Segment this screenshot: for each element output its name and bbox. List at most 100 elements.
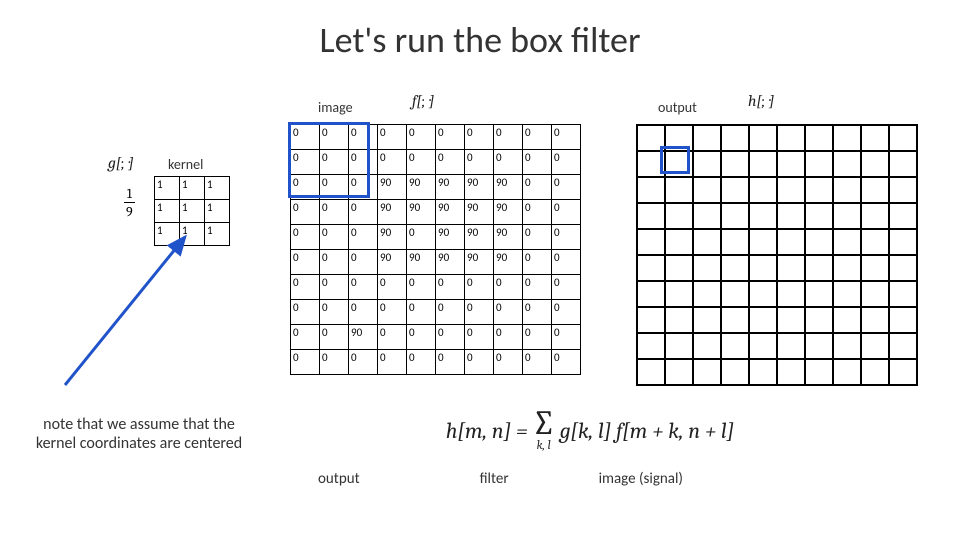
output-cell bbox=[749, 125, 777, 151]
output-cell bbox=[665, 229, 693, 255]
image-cell: 0 bbox=[494, 350, 523, 375]
output-cell bbox=[693, 255, 721, 281]
image-cell: 0 bbox=[436, 325, 465, 350]
kernel-cell: 1 bbox=[205, 223, 230, 246]
image-cell: 0 bbox=[523, 350, 552, 375]
image-cell: 0 bbox=[523, 300, 552, 325]
image-cell: 0 bbox=[407, 150, 436, 175]
image-cell: 0 bbox=[523, 200, 552, 225]
image-cell: 0 bbox=[494, 125, 523, 150]
output-cell bbox=[777, 203, 805, 229]
output-cell bbox=[721, 177, 749, 203]
image-cell: 90 bbox=[407, 200, 436, 225]
image-cell: 0 bbox=[465, 275, 494, 300]
image-cell: 90 bbox=[465, 175, 494, 200]
output-cell bbox=[777, 177, 805, 203]
output-cell bbox=[665, 307, 693, 333]
output-cell bbox=[861, 203, 889, 229]
image-cell: 90 bbox=[378, 250, 407, 275]
output-cell bbox=[805, 359, 833, 385]
image-cell: 0 bbox=[523, 150, 552, 175]
image-cell: 90 bbox=[378, 225, 407, 250]
image-cell: 0 bbox=[320, 325, 349, 350]
output-cell bbox=[889, 203, 917, 229]
output-cell bbox=[637, 255, 665, 281]
image-label: image bbox=[318, 99, 353, 116]
image-cell: 0 bbox=[407, 125, 436, 150]
output-cell bbox=[749, 307, 777, 333]
image-cell: 0 bbox=[320, 275, 349, 300]
image-cell: 0 bbox=[523, 325, 552, 350]
output-cell bbox=[861, 307, 889, 333]
image-cell: 0 bbox=[349, 225, 378, 250]
output-cell bbox=[805, 307, 833, 333]
output-cell bbox=[889, 177, 917, 203]
output-cell bbox=[861, 125, 889, 151]
image-cell: 0 bbox=[378, 275, 407, 300]
image-cell: 0 bbox=[320, 225, 349, 250]
image-cell: 0 bbox=[378, 325, 407, 350]
kernel-cell: 1 bbox=[205, 200, 230, 223]
image-cell: 90 bbox=[407, 250, 436, 275]
output-cell bbox=[833, 333, 861, 359]
output-cell bbox=[889, 359, 917, 385]
sigma-icon: ∑ k, l bbox=[532, 410, 556, 452]
image-cell: 90 bbox=[494, 175, 523, 200]
image-cell: 0 bbox=[407, 350, 436, 375]
output-cell bbox=[693, 177, 721, 203]
output-cell bbox=[721, 307, 749, 333]
output-cell bbox=[693, 333, 721, 359]
output-cell bbox=[693, 151, 721, 177]
output-cell bbox=[693, 203, 721, 229]
output-cell bbox=[721, 229, 749, 255]
output-cell bbox=[777, 125, 805, 151]
convolution-formula: h[m, n] = ∑ k, l g[k, l] f[m + k, n + l] bbox=[280, 410, 900, 452]
output-cell bbox=[777, 255, 805, 281]
output-cell bbox=[637, 281, 665, 307]
image-cell: 0 bbox=[552, 125, 581, 150]
image-cell: 0 bbox=[320, 200, 349, 225]
formula-lhs: h[m, n] = bbox=[446, 418, 528, 444]
image-cell: 0 bbox=[523, 250, 552, 275]
kernel-cell: 1 bbox=[155, 177, 180, 200]
image-cell: 0 bbox=[349, 300, 378, 325]
output-cell bbox=[889, 151, 917, 177]
image-cell: 0 bbox=[552, 250, 581, 275]
output-cell bbox=[721, 281, 749, 307]
slide-title: Let's run the box filter bbox=[0, 18, 960, 62]
math-h: h[·, ·] bbox=[748, 92, 774, 110]
image-cell: 90 bbox=[465, 250, 494, 275]
output-cell bbox=[693, 229, 721, 255]
output-cell bbox=[749, 177, 777, 203]
output-cell bbox=[861, 177, 889, 203]
output-cell bbox=[833, 203, 861, 229]
formula-rhs: g[k, l] f[m + k, n + l] bbox=[560, 418, 734, 444]
output-cell bbox=[637, 203, 665, 229]
image-cell: 90 bbox=[407, 175, 436, 200]
image-cell: 0 bbox=[349, 350, 378, 375]
kernel-cell: 1 bbox=[180, 200, 205, 223]
output-cell bbox=[637, 229, 665, 255]
output-cell bbox=[805, 151, 833, 177]
image-cell: 0 bbox=[407, 300, 436, 325]
image-cell: 0 bbox=[407, 325, 436, 350]
output-cell bbox=[665, 281, 693, 307]
image-cell: 0 bbox=[291, 325, 320, 350]
image-cell: 0 bbox=[291, 350, 320, 375]
image-cell: 0 bbox=[291, 300, 320, 325]
output-cell bbox=[889, 333, 917, 359]
output-cell bbox=[721, 125, 749, 151]
output-cell bbox=[861, 229, 889, 255]
output-cell bbox=[665, 255, 693, 281]
image-cell: 0 bbox=[523, 175, 552, 200]
math-g: g[·, ·] bbox=[108, 154, 134, 172]
image-cell: 0 bbox=[552, 325, 581, 350]
formula-label-output: output bbox=[318, 470, 360, 488]
image-cell: 90 bbox=[465, 200, 494, 225]
image-cell: 90 bbox=[378, 200, 407, 225]
output-cell bbox=[777, 333, 805, 359]
image-cell: 0 bbox=[465, 350, 494, 375]
image-cell: 0 bbox=[320, 250, 349, 275]
output-cell bbox=[693, 359, 721, 385]
image-cell: 90 bbox=[494, 200, 523, 225]
